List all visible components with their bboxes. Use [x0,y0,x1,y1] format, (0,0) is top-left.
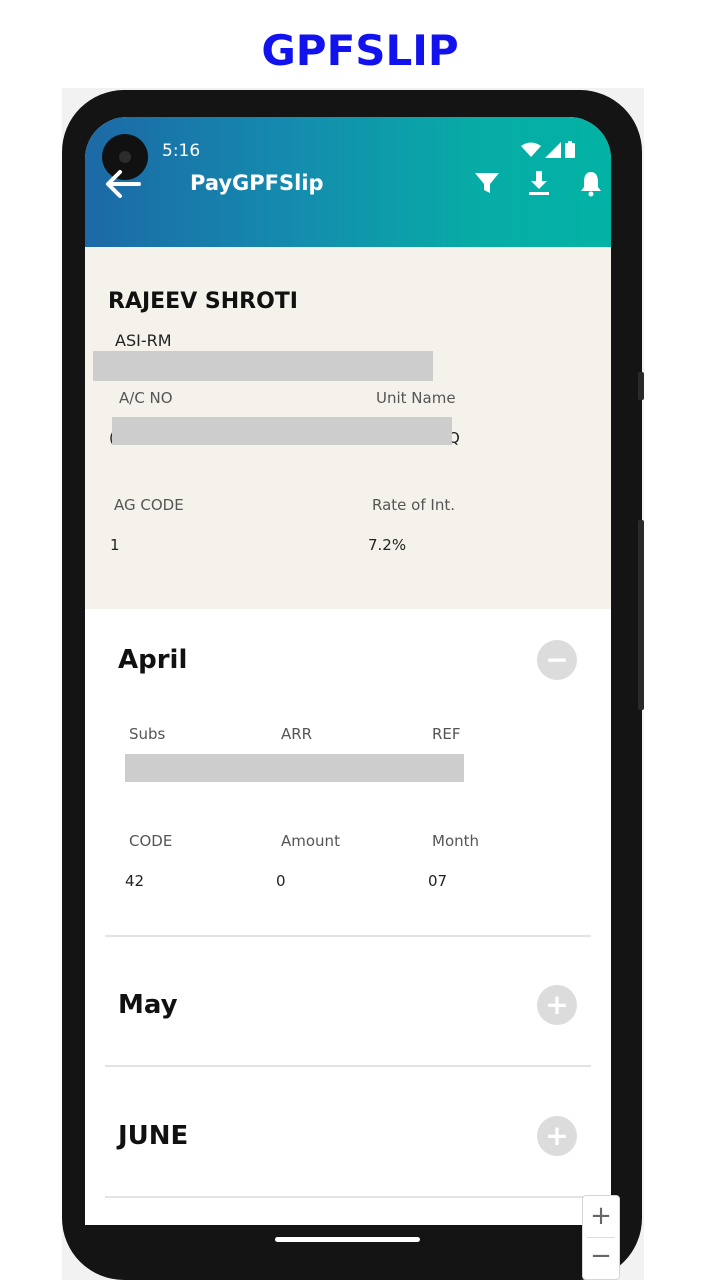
ref-label: REF [432,725,461,743]
amount-value: 0 [276,872,286,890]
redacted-field [112,417,452,445]
collapse-button[interactable]: − [537,640,577,680]
phone-side-button [638,372,644,400]
profile-card: RAJEEV SHROTI ASI-RM A/C NO Unit Name ( … [85,247,611,609]
wifi-icon [521,142,541,157]
page-title: GPFSLIP [261,26,459,75]
rate-of-interest-value: 7.2% [368,536,407,554]
subs-label: Subs [129,725,166,743]
employee-rank: ASI-RM [115,331,172,350]
phone-volume-button [638,520,644,710]
divider [105,1065,591,1067]
expand-button[interactable]: + [537,985,577,1025]
employee-name: RAJEEV SHROTI [108,289,298,314]
app-title: PayGPFSlip [190,171,324,195]
month-title-april[interactable]: April [118,645,187,675]
status-icons [521,141,575,158]
signal-icon [545,141,561,158]
download-icon[interactable] [525,169,553,197]
zoom-control: + − [582,1195,620,1280]
month-label: Month [432,832,480,850]
app-bar: 5:16 PayGPFSlip [85,117,611,247]
battery-icon [565,141,575,158]
status-time: 5:16 [162,141,201,161]
zoom-out-button[interactable]: − [583,1236,619,1276]
ag-code-value: 1 [110,536,120,554]
unit-name-label: Unit Name [376,389,456,407]
arr-label: ARR [281,725,313,743]
amount-label: Amount [281,832,340,850]
divider [105,935,591,937]
redacted-field [93,351,433,381]
month-value: 07 [428,872,448,890]
code-value: 42 [125,872,145,890]
bell-icon[interactable] [577,169,605,197]
month-title-may[interactable]: May [118,990,178,1020]
back-arrow-icon[interactable] [103,165,143,203]
code-label: CODE [129,832,173,850]
zoom-in-button[interactable]: + [583,1196,619,1236]
ag-code-label: AG CODE [114,496,184,514]
filter-icon[interactable] [473,169,501,197]
divider [105,1196,591,1198]
rate-of-interest-label: Rate of Int. [372,496,455,514]
month-title-june[interactable]: JUNE [118,1121,188,1151]
ac-no-label: A/C NO [119,389,173,407]
home-indicator[interactable] [275,1237,420,1242]
expand-button[interactable]: + [537,1116,577,1156]
phone-screen: 5:16 PayGPFSlip RAJEEV SHROTI ASI-RM A/C… [85,117,611,1225]
redacted-field [125,754,464,782]
